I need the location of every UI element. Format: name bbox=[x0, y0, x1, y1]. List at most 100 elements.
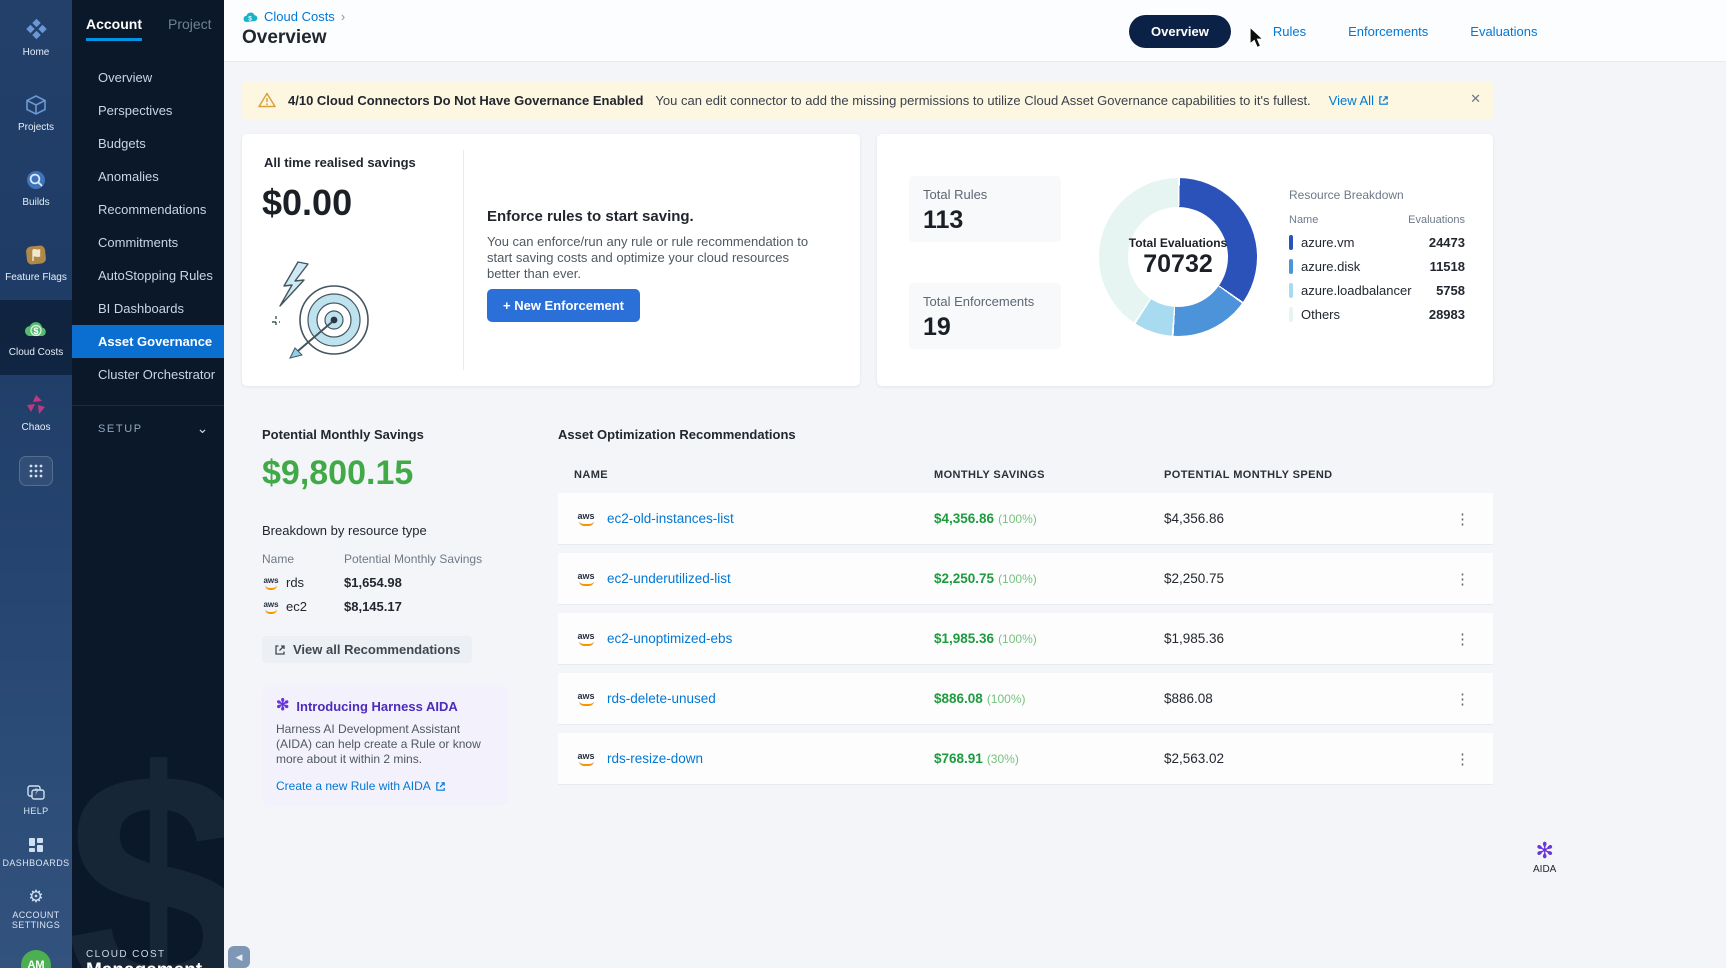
monthly-savings-value: $1,985.36 bbox=[934, 631, 994, 646]
help-button[interactable]: ? HELP bbox=[23, 784, 48, 816]
rail-item-chaos[interactable]: Chaos bbox=[0, 375, 72, 450]
rail-item-label: Projects bbox=[18, 122, 54, 133]
aida-fab-label: AIDA bbox=[1533, 864, 1556, 875]
sidebar-collapse-button[interactable]: ◀ bbox=[228, 946, 250, 968]
sidebar-item-asset-governance[interactable]: Asset Governance bbox=[72, 325, 224, 358]
overview-content: 4/10 Cloud Connectors Do Not Have Govern… bbox=[224, 62, 1726, 806]
total-rules-value: 113 bbox=[923, 206, 1047, 235]
tab-account[interactable]: Account bbox=[86, 16, 142, 41]
legend-row: azure.loadbalancer 5758 bbox=[1289, 283, 1465, 298]
gear-icon: ⚙ bbox=[28, 888, 43, 906]
potential-savings-title: Potential Monthly Savings bbox=[262, 427, 540, 442]
summary-cards-row: All time realised savings $0.00 bbox=[242, 134, 1708, 386]
rail-item-home[interactable]: Home bbox=[0, 0, 72, 75]
aws-icon: aws bbox=[574, 632, 598, 646]
rail-item-cloud-costs[interactable]: $ Cloud Costs bbox=[0, 300, 72, 375]
sidebar-item-budgets[interactable]: Budgets bbox=[72, 127, 224, 160]
sidebar-item-bi-dashboards[interactable]: BI Dashboards bbox=[72, 292, 224, 325]
scope-tabs: Account Project bbox=[72, 0, 224, 51]
chevron-down-icon: ⌄ bbox=[197, 420, 210, 437]
legend-value: 24473 bbox=[1429, 235, 1465, 250]
account-settings-button[interactable]: ⚙ ACCOUNT SETTINGS bbox=[6, 888, 66, 930]
row-menu-kebab-icon[interactable]: ⋮ bbox=[1433, 570, 1493, 588]
recommendation-link[interactable]: ec2-unoptimized-ebs bbox=[607, 631, 732, 646]
recommendation-link[interactable]: ec2-old-instances-list bbox=[607, 511, 734, 526]
legend-row: azure.disk 11518 bbox=[1289, 259, 1465, 274]
tab-evaluations[interactable]: Evaluations bbox=[1470, 24, 1537, 39]
aida-fab[interactable]: ✻ AIDA bbox=[1533, 840, 1556, 875]
recommendation-link[interactable]: ec2-underutilized-list bbox=[607, 571, 731, 586]
governance-tabs: Overview Rules Enforcements Evaluations bbox=[1129, 15, 1538, 48]
tab-project[interactable]: Project bbox=[168, 16, 212, 32]
sidebar-item-commitments[interactable]: Commitments bbox=[72, 226, 224, 259]
monthly-savings-value: $768.91 bbox=[934, 751, 983, 766]
recommendation-link[interactable]: rds-delete-unused bbox=[607, 691, 716, 706]
evaluations-donut-chart: Total Evaluations 70732 bbox=[1099, 178, 1257, 336]
sidebar-item-cluster-orchestrator[interactable]: Cluster Orchestrator bbox=[72, 358, 224, 391]
dashboards-icon bbox=[27, 836, 45, 854]
ccm-sidebar: Account Project Overview Perspectives Bu… bbox=[72, 0, 224, 968]
realised-savings-title: All time realised savings bbox=[264, 155, 416, 170]
sidebar-item-perspectives[interactable]: Perspectives bbox=[72, 94, 224, 127]
savings-percent: (30%) bbox=[987, 752, 1019, 766]
sidebar-menu: Overview Perspectives Budgets Anomalies … bbox=[72, 61, 224, 391]
user-avatar[interactable]: AM bbox=[21, 950, 51, 968]
rail-bottom: ? HELP DASHBOARDS ⚙ ACCOUNT SETTINGS AM bbox=[0, 784, 72, 968]
total-rules-stat: Total Rules 113 bbox=[909, 176, 1061, 242]
total-enforcements-label: Total Enforcements bbox=[923, 294, 1047, 309]
legend-value-header: Evaluations bbox=[1408, 214, 1465, 226]
rail-item-builds[interactable]: Builds bbox=[0, 150, 72, 225]
warning-triangle-icon bbox=[258, 92, 276, 108]
help-label: HELP bbox=[23, 806, 48, 816]
rail-item-feature-flags[interactable]: Feature Flags bbox=[0, 225, 72, 300]
legend-value: 5758 bbox=[1436, 283, 1465, 298]
module-grid-button[interactable] bbox=[19, 456, 53, 486]
view-all-recommendations-button[interactable]: View all Recommendations bbox=[262, 636, 472, 663]
feature-flags-icon bbox=[24, 243, 48, 267]
row-menu-kebab-icon[interactable]: ⋮ bbox=[1433, 630, 1493, 648]
evaluations-stats-card: Total Rules 113 Total Enforcements 19 To… bbox=[877, 134, 1493, 386]
row-menu-kebab-icon[interactable]: ⋮ bbox=[1433, 750, 1493, 768]
banner-close-icon[interactable]: ✕ bbox=[1470, 91, 1481, 107]
breakdown-value-header: Potential Monthly Savings bbox=[344, 552, 482, 566]
cloud-costs-icon: $ bbox=[22, 318, 50, 342]
savings-percent: (100%) bbox=[998, 572, 1037, 586]
external-link-icon bbox=[1378, 95, 1389, 106]
realised-savings-amount: $0.00 bbox=[262, 182, 352, 224]
new-enforcement-button[interactable]: + New Enforcement bbox=[487, 289, 640, 322]
banner-title: 4/10 Cloud Connectors Do Not Have Govern… bbox=[288, 93, 643, 108]
card-divider bbox=[463, 150, 464, 370]
help-chat-icon: ? bbox=[26, 784, 46, 802]
sidebar-item-overview[interactable]: Overview bbox=[72, 61, 224, 94]
builds-icon bbox=[24, 168, 48, 192]
dashboards-button[interactable]: DASHBOARDS bbox=[2, 836, 69, 868]
rail-item-projects[interactable]: Projects bbox=[0, 75, 72, 150]
sidebar-item-recommendations[interactable]: Recommendations bbox=[72, 193, 224, 226]
recommendation-link[interactable]: rds-resize-down bbox=[607, 751, 703, 766]
row-menu-kebab-icon[interactable]: ⋮ bbox=[1433, 510, 1493, 528]
column-monthly-savings: MONTHLY SAVINGS bbox=[934, 469, 1164, 481]
dollar-watermark: $ bbox=[72, 723, 224, 968]
tab-rules[interactable]: Rules bbox=[1273, 24, 1306, 39]
legend-swatch-azure-disk bbox=[1289, 259, 1293, 274]
sidebar-item-autostopping-rules[interactable]: AutoStopping Rules bbox=[72, 259, 224, 292]
aws-icon: aws bbox=[262, 600, 280, 614]
breakdown-row-rds: awsrds $1,654.98 bbox=[262, 575, 540, 590]
row-menu-kebab-icon[interactable]: ⋮ bbox=[1433, 690, 1493, 708]
home-icon bbox=[24, 18, 48, 42]
monthly-spend-value: $2,250.75 bbox=[1164, 571, 1433, 586]
total-enforcements-value: 19 bbox=[923, 313, 1047, 342]
aida-promo-card: ✻ Introducing Harness AIDA Harness AI De… bbox=[262, 685, 508, 806]
tab-enforcements[interactable]: Enforcements bbox=[1348, 24, 1428, 39]
monthly-spend-value: $1,985.36 bbox=[1164, 631, 1433, 646]
resource-name: ec2 bbox=[286, 599, 307, 614]
rail-item-label: Feature Flags bbox=[5, 272, 67, 283]
banner-view-all-link[interactable]: View All bbox=[1329, 93, 1389, 108]
legend-value: 11518 bbox=[1430, 259, 1465, 274]
create-rule-with-aida-link[interactable]: Create a new Rule with AIDA bbox=[276, 779, 494, 793]
setup-section-toggle[interactable]: SETUP ⌄ bbox=[72, 405, 224, 437]
resource-breakdown-legend: Resource Breakdown Name Evaluations azur… bbox=[1289, 188, 1465, 322]
sidebar-item-anomalies[interactable]: Anomalies bbox=[72, 160, 224, 193]
tab-overview[interactable]: Overview bbox=[1129, 15, 1231, 48]
breadcrumb-cloud-costs[interactable]: Cloud Costs bbox=[264, 9, 335, 24]
